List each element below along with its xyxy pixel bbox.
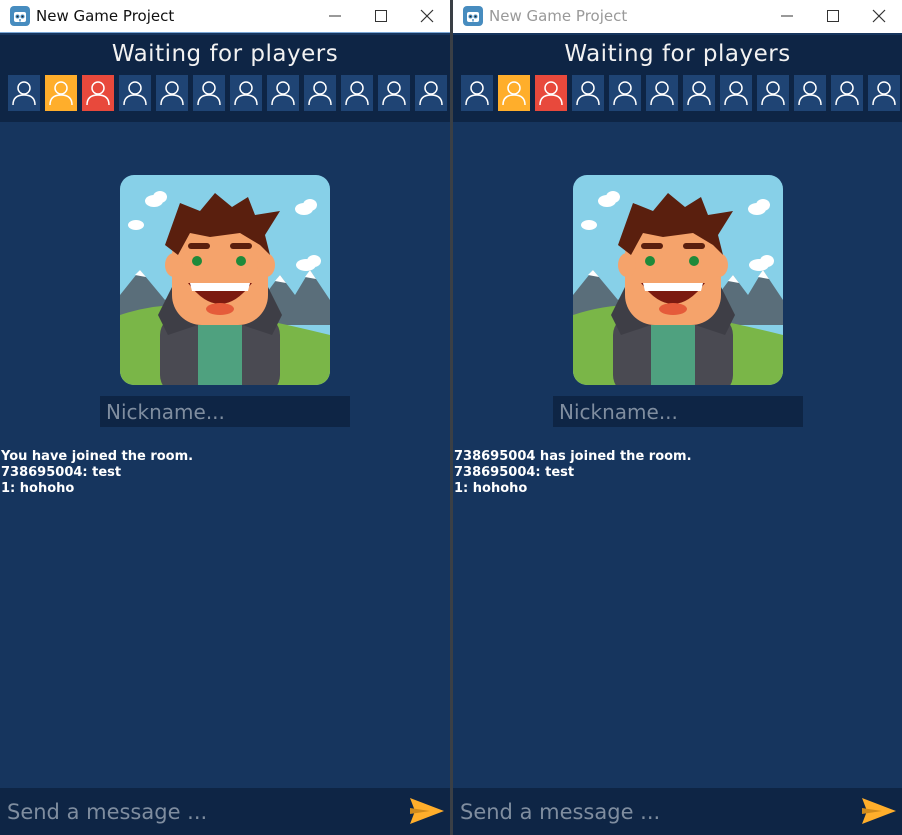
player-slot: [646, 75, 678, 111]
person-icon: [419, 81, 443, 106]
header-title: Waiting for players: [111, 41, 339, 67]
player-slot: [230, 75, 262, 111]
person-icon: [234, 81, 258, 106]
close-icon: [420, 9, 434, 23]
send-button[interactable]: [862, 796, 896, 826]
player-slots: [461, 75, 900, 111]
person-icon: [872, 81, 896, 106]
close-button[interactable]: [856, 0, 902, 33]
person-icon: [576, 81, 600, 106]
player-slot: [267, 75, 299, 111]
person-icon: [271, 81, 295, 106]
chat-log: 738695004 has joined the room. 738695004:…: [454, 449, 692, 497]
player-slot: [378, 75, 410, 111]
header-title: Waiting for players: [564, 41, 791, 67]
player-slot: [683, 75, 715, 111]
player-slot: [119, 75, 151, 111]
send-button[interactable]: [410, 796, 444, 826]
close-button[interactable]: [404, 0, 450, 33]
player-slots: [8, 75, 447, 111]
title-bar[interactable]: New Game Project: [0, 0, 450, 33]
person-icon: [12, 81, 36, 106]
person-icon: [86, 81, 110, 106]
player-slot: [45, 75, 77, 111]
window-title: New Game Project: [489, 7, 628, 25]
player-slot: [720, 75, 752, 111]
game-window-left: New Game Project Waiting for players Nic…: [0, 0, 450, 835]
person-icon: [539, 81, 563, 106]
player-slot: [572, 75, 604, 111]
chat-message: 1: hohoho: [454, 481, 528, 496]
person-icon: [835, 81, 859, 106]
player-slot: [341, 75, 373, 111]
title-bar[interactable]: New Game Project: [453, 0, 902, 33]
player-slot: [609, 75, 641, 111]
player-slot: [156, 75, 188, 111]
minimize-icon: [329, 15, 341, 17]
nickname-input[interactable]: [553, 396, 803, 427]
player-slot: [868, 75, 900, 111]
player-slot: [415, 75, 447, 111]
chat-message: 738695004 has joined the room.: [454, 449, 692, 464]
godot-icon: [10, 6, 30, 26]
nickname-input[interactable]: [100, 396, 350, 427]
game-window-right: New Game Project Waiting for players Nic…: [453, 0, 902, 835]
person-icon: [687, 81, 711, 106]
message-input[interactable]: [0, 788, 395, 835]
person-icon: [382, 81, 406, 106]
player-slot: [461, 75, 493, 111]
maximize-button[interactable]: [810, 0, 856, 33]
send-bar: [0, 788, 450, 835]
close-icon: [872, 9, 886, 23]
lobby-header: Waiting for players: [0, 35, 450, 122]
window-title: New Game Project: [36, 7, 175, 25]
minimize-button[interactable]: [312, 0, 358, 33]
chat-message: 738695004: test: [454, 465, 575, 480]
minimize-button[interactable]: [764, 0, 810, 33]
minimize-icon: [781, 15, 793, 17]
person-icon: [160, 81, 184, 106]
lobby-header: Waiting for players: [453, 35, 902, 122]
person-icon: [613, 81, 637, 106]
chat-message: 1: hohoho: [1, 481, 75, 496]
person-icon: [724, 81, 748, 106]
chat-message: 738695004: test: [1, 465, 122, 480]
person-icon: [761, 81, 785, 106]
player-slot: [304, 75, 336, 111]
message-input[interactable]: [453, 788, 848, 835]
person-icon: [308, 81, 332, 106]
send-bar: [453, 788, 902, 835]
chat-log: You have joined the room. 738695004: test…: [1, 449, 193, 497]
person-icon: [123, 81, 147, 106]
player-slot: [757, 75, 789, 111]
person-icon: [502, 81, 526, 106]
player-slot: [193, 75, 225, 111]
person-icon: [650, 81, 674, 106]
player-slot: [498, 75, 530, 111]
player-slot: [831, 75, 863, 111]
maximize-icon: [375, 10, 387, 22]
send-arrow-icon: [862, 798, 896, 824]
send-arrow-icon: [410, 798, 444, 824]
player-slot: [535, 75, 567, 111]
player-slot: [82, 75, 114, 111]
player-slot: [8, 75, 40, 111]
player-slot: [794, 75, 826, 111]
godot-icon: [463, 6, 483, 26]
person-icon: [345, 81, 369, 106]
person-icon: [465, 81, 489, 106]
person-icon: [49, 81, 73, 106]
maximize-button[interactable]: [358, 0, 404, 33]
person-icon: [798, 81, 822, 106]
chat-message: You have joined the room.: [1, 449, 194, 464]
maximize-icon: [827, 10, 839, 22]
avatar-image[interactable]: [573, 175, 783, 385]
person-icon: [197, 81, 221, 106]
avatar-image[interactable]: [120, 175, 330, 385]
